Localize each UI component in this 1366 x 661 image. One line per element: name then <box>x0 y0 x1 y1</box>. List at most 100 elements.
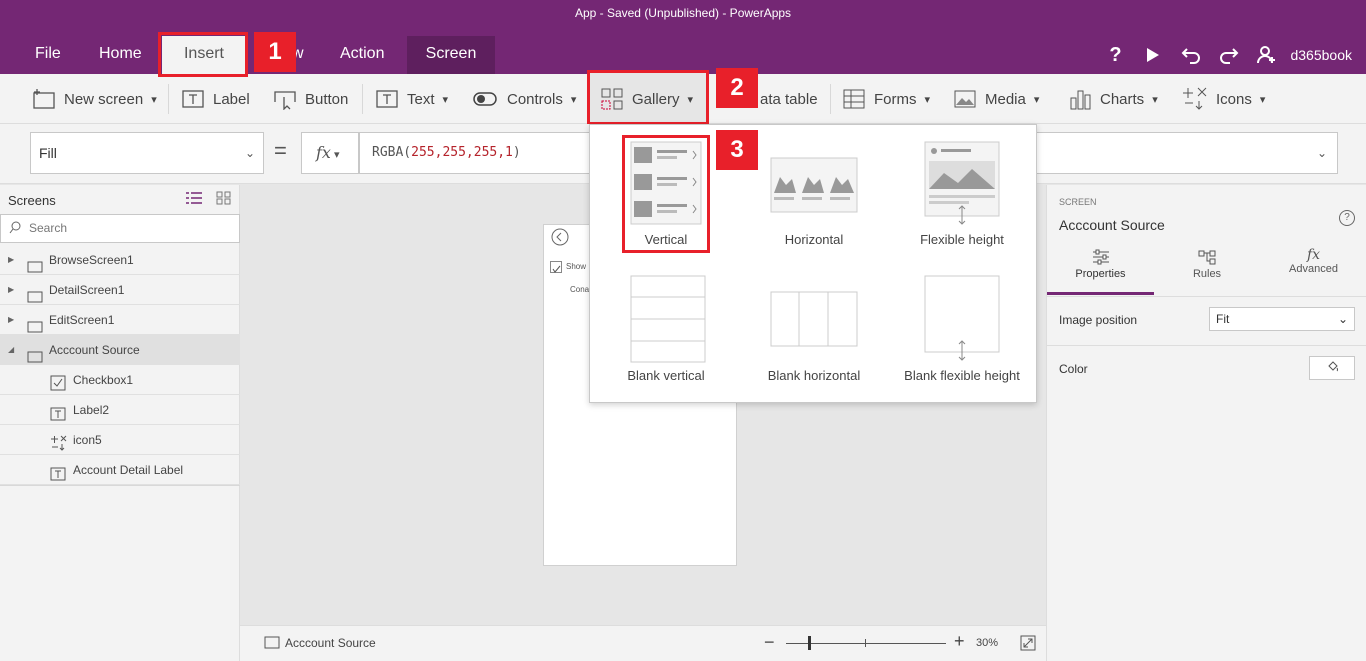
formula-close: ) <box>512 145 521 160</box>
zoom-in-button[interactable]: + <box>954 631 965 652</box>
tree-item[interactable]: ◢ Acccount Source <box>0 335 240 365</box>
blank-flexible-gallery-icon <box>924 275 1000 361</box>
gallery-button[interactable]: Gallery ▾ <box>600 74 693 124</box>
label-label: Label <box>213 90 250 108</box>
tree-item[interactable]: Checkbox1 <box>0 365 240 395</box>
flexible-gallery-icon <box>924 141 1000 225</box>
fit-to-window-icon[interactable] <box>1020 635 1036 654</box>
property-value: Fill <box>39 145 57 161</box>
current-screen-name[interactable]: Acccount Source <box>285 636 376 650</box>
chevron-down-icon: ▾ <box>442 93 449 106</box>
tab-advanced[interactable]: fx Advanced <box>1260 245 1366 295</box>
ribbon-divider <box>830 84 831 114</box>
tree-item[interactable]: ▶ BrowseScreen1 <box>0 245 240 275</box>
status-bar: Acccount Source − + 30% <box>240 625 1046 661</box>
blank-vertical-gallery-icon <box>630 275 706 363</box>
add-user-icon[interactable] <box>1248 36 1286 74</box>
divider <box>1047 345 1366 346</box>
menu-home[interactable]: Home <box>85 36 156 74</box>
tree-item[interactable]: Label2 <box>0 395 240 425</box>
forms-label: Forms <box>874 90 917 108</box>
vertical-gallery-icon <box>630 141 702 225</box>
thumbnail-view-icon[interactable] <box>216 191 232 208</box>
screen-icon <box>264 636 280 652</box>
gallery-flexible-option[interactable]: Flexible height <box>888 135 1036 253</box>
text-button[interactable]: Text ▾ <box>375 74 448 124</box>
tree-view-panel: Screens Search ▶ BrowseScreen1 ▶ DetailScre… <box>0 185 240 661</box>
data-table-button[interactable]: ata table <box>760 74 818 124</box>
list-view-icon[interactable] <box>186 191 202 208</box>
play-icon[interactable] <box>1134 36 1172 74</box>
ribbon-divider <box>362 84 363 114</box>
selected-control-name[interactable]: Acccount Source <box>1059 217 1165 233</box>
new-screen-button[interactable]: New screen ▾ <box>32 74 157 124</box>
insert-highlight <box>158 32 248 77</box>
expand-arrow-icon[interactable]: ▶ <box>8 275 14 305</box>
search-icon <box>9 221 21 237</box>
gallery-icon <box>601 88 623 110</box>
label-button[interactable]: Label <box>181 74 250 124</box>
property-dropdown[interactable]: Fill ⌄ <box>30 132 264 174</box>
gallery-dropdown-menu: Vertical Horizontal Flexible height Blan… <box>589 124 1037 403</box>
image-icon <box>954 90 976 108</box>
gallery-horizontal-option[interactable]: Horizontal <box>740 135 888 253</box>
menu-file[interactable]: File <box>21 36 75 74</box>
tree-item[interactable]: icon5 <box>0 425 240 455</box>
gallery-blank-horizontal-option[interactable]: Blank horizontal <box>740 275 888 385</box>
image-position-dropdown[interactable]: Fit ⌄ <box>1209 307 1355 331</box>
blank-vertical-label: Blank vertical <box>627 368 705 383</box>
image-position-value: Fit <box>1216 312 1230 326</box>
gallery-blank-vertical-option[interactable]: Blank vertical <box>592 275 740 385</box>
tree-item[interactable]: ▶ EditScreen1 <box>0 305 240 335</box>
horizontal-gallery-icon <box>770 157 858 213</box>
toggle-icon <box>473 92 497 106</box>
color-picker[interactable] <box>1309 356 1355 380</box>
controls-button[interactable]: Controls ▾ <box>473 74 576 124</box>
menu-screen[interactable]: Screen <box>407 36 495 74</box>
help-icon[interactable]: ? <box>1096 36 1134 74</box>
expand-formula-icon[interactable]: ⌄ <box>1317 133 1327 173</box>
button-icon <box>274 91 296 110</box>
fx-button[interactable]: fx ▾ <box>301 132 359 174</box>
ribbon-divider <box>168 84 169 114</box>
chevron-down-icon: ▾ <box>333 148 340 161</box>
media-button[interactable]: Media ▾ <box>953 74 1039 124</box>
chevron-down-icon: ▾ <box>151 93 157 106</box>
tree-item[interactable]: ▶ DetailScreen1 <box>0 275 240 305</box>
zoom-slider-thumb[interactable] <box>808 636 811 650</box>
tree-item-label: DetailScreen1 <box>49 283 125 297</box>
color-label: Color <box>1059 362 1088 376</box>
expand-arrow-icon[interactable]: ▶ <box>8 305 14 335</box>
tab-properties[interactable]: Properties <box>1047 245 1154 295</box>
rules-icon <box>1154 249 1260 268</box>
tree-search-input[interactable]: Search <box>0 214 240 243</box>
tab-advanced-label: Advanced <box>1289 263 1338 275</box>
help-icon[interactable]: ? <box>1339 210 1355 226</box>
tab-rules-label: Rules <box>1192 268 1222 280</box>
charts-button[interactable]: Charts ▾ <box>1068 74 1158 124</box>
icons-button[interactable]: Icons ▾ <box>1182 74 1265 124</box>
tab-rules[interactable]: Rules <box>1154 245 1260 295</box>
new-screen-label: New screen <box>64 90 144 108</box>
bar-chart-icon <box>1070 90 1091 110</box>
menu-action[interactable]: Action <box>326 36 398 74</box>
undo-icon[interactable] <box>1172 36 1210 74</box>
media-label: Media <box>985 90 1026 108</box>
tree-item-label: Acccount Source <box>49 343 140 357</box>
tree-item-label: EditScreen1 <box>49 313 115 327</box>
tree-item[interactable]: Account Detail Label <box>0 455 240 485</box>
icons-label: Icons <box>1216 90 1252 108</box>
forms-button[interactable]: Forms ▾ <box>842 74 930 124</box>
preview-checkbox-text: Show <box>566 262 587 271</box>
window-title: App - Saved (Unpublished) - PowerApps <box>574 6 792 20</box>
button-button[interactable]: Button <box>273 74 348 124</box>
user-name[interactable]: d365book <box>1286 36 1366 74</box>
formula-args: 255,255,255,1 <box>411 145 513 160</box>
fx-label: fx <box>316 143 331 162</box>
zoom-out-button[interactable]: − <box>764 632 775 653</box>
expand-arrow-icon[interactable]: ▶ <box>8 245 14 275</box>
redo-icon[interactable] <box>1210 36 1248 74</box>
gallery-blank-flexible-option[interactable]: Blank flexible height <box>888 275 1036 385</box>
expand-arrow-icon[interactable]: ◢ <box>8 335 14 365</box>
label-icon <box>182 90 204 108</box>
